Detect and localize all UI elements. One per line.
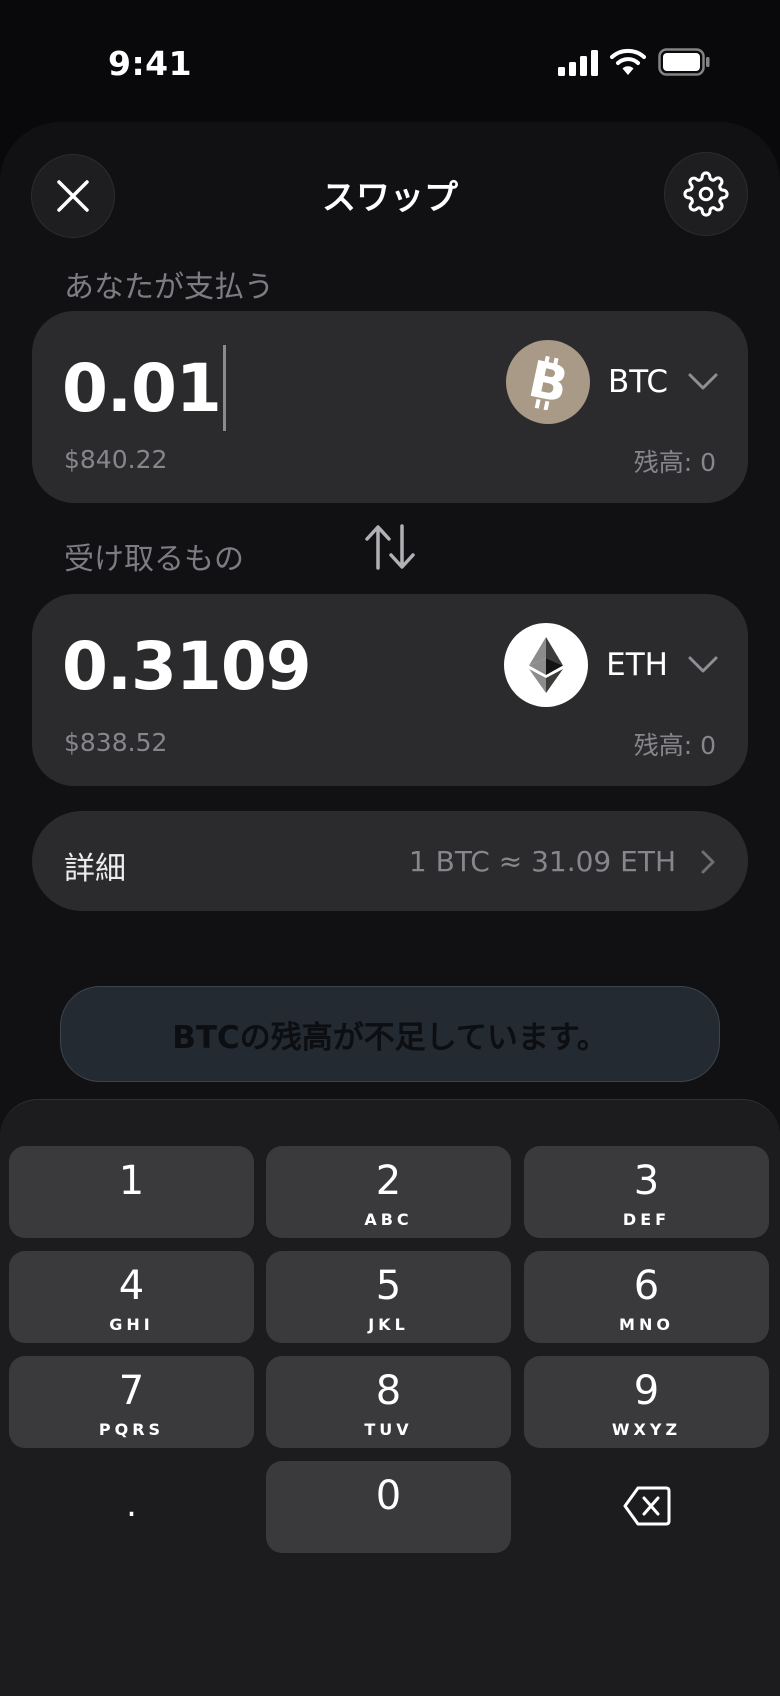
key-letters: DEF	[622, 1210, 671, 1229]
key-letters: TUV	[364, 1420, 413, 1439]
key-digit: 9	[633, 1368, 660, 1414]
key-digit: 6	[633, 1263, 660, 1309]
key-letters: GHI	[109, 1315, 154, 1334]
key-letters: WXYZ	[611, 1420, 682, 1439]
pay-token-selector[interactable]: B BTC	[505, 339, 718, 425]
key-letters: JKL	[368, 1315, 409, 1334]
receive-card[interactable]: 0.3109 ETH $838.52 残高: 0	[32, 594, 748, 786]
battery-icon	[658, 48, 710, 76]
receive-amount-value: 0.3109	[62, 628, 312, 705]
key-digit: 0	[375, 1473, 402, 1519]
key-digit: 1	[118, 1158, 145, 1204]
key-6[interactable]: 6 MNO	[524, 1251, 769, 1343]
key-3[interactable]: 3 DEF	[524, 1146, 769, 1238]
wifi-icon	[610, 48, 646, 75]
receive-amount: 0.3109	[62, 628, 312, 705]
receive-token-selector[interactable]: ETH	[504, 622, 718, 708]
status-time: 9:41	[108, 44, 193, 83]
key-digit: 5	[375, 1263, 402, 1309]
key-digit: 4	[118, 1263, 145, 1309]
pay-section-label: あなたが支払う	[64, 270, 274, 305]
key-4[interactable]: 4 GHI	[9, 1251, 254, 1343]
key-7[interactable]: 7 PQRS	[9, 1356, 254, 1448]
key-digit: 7	[118, 1368, 145, 1414]
details-label: 詳細	[64, 851, 126, 887]
receive-fiat-value: $838.52	[64, 728, 168, 757]
backspace-icon	[623, 1486, 671, 1526]
pay-card[interactable]: 0.01 B BTC $840.22 残高: 0	[32, 311, 748, 503]
numeric-keypad: 1 2 ABC 3 DEF 4 GHI 5 JKL 6 MNO 7 PQRS 8…	[0, 1099, 780, 1696]
status-bar: 9:41	[0, 0, 780, 120]
key-digit: .	[126, 1485, 137, 1525]
key-digit: 2	[375, 1158, 402, 1204]
key-2[interactable]: 2 ABC	[266, 1146, 511, 1238]
pay-amount-input[interactable]: 0.01	[62, 345, 226, 431]
pay-balance: 残高: 0	[633, 448, 716, 477]
text-caret	[222, 345, 226, 431]
key-letters: PQRS	[98, 1420, 165, 1439]
key-letters: ABC	[364, 1210, 413, 1229]
key-1[interactable]: 1	[9, 1146, 254, 1238]
pay-token-symbol: BTC	[607, 364, 668, 400]
key-digit: 8	[375, 1368, 402, 1414]
exchange-rate: 1 BTC ≈ 31.09 ETH	[408, 845, 676, 878]
key-9[interactable]: 9 WXYZ	[524, 1356, 769, 1448]
receive-section-label: 受け取るもの	[64, 542, 244, 577]
chevron-right-icon	[701, 850, 715, 874]
swap-vertical-arrows-icon[interactable]	[364, 522, 416, 572]
receive-token-symbol: ETH	[606, 647, 668, 683]
key-digit: 3	[633, 1158, 660, 1204]
pay-fiat-value: $840.22	[64, 445, 168, 474]
chevron-down-icon	[688, 656, 718, 673]
chevron-down-icon	[688, 373, 718, 390]
key-8[interactable]: 8 TUV	[266, 1356, 511, 1448]
backspace-key[interactable]	[524, 1461, 769, 1553]
key-0[interactable]: 0	[266, 1461, 511, 1553]
settings-button[interactable]	[664, 152, 748, 236]
insufficient-balance-button[interactable]: BTCの残高が不足しています。	[60, 986, 720, 1082]
details-row[interactable]: 詳細 1 BTC ≈ 31.09 ETH	[32, 811, 748, 911]
page-title: スワップ	[322, 178, 458, 218]
bitcoin-icon: B	[505, 340, 590, 424]
key-letters: MNO	[619, 1315, 674, 1334]
pay-amount-value: 0.01	[62, 349, 222, 427]
key-decimal[interactable]: .	[9, 1461, 254, 1553]
ethereum-icon	[504, 623, 589, 707]
gear-icon	[683, 171, 729, 217]
key-5[interactable]: 5 JKL	[266, 1251, 511, 1343]
receive-balance: 残高: 0	[633, 731, 716, 760]
cellular-signal-icon	[558, 50, 598, 76]
